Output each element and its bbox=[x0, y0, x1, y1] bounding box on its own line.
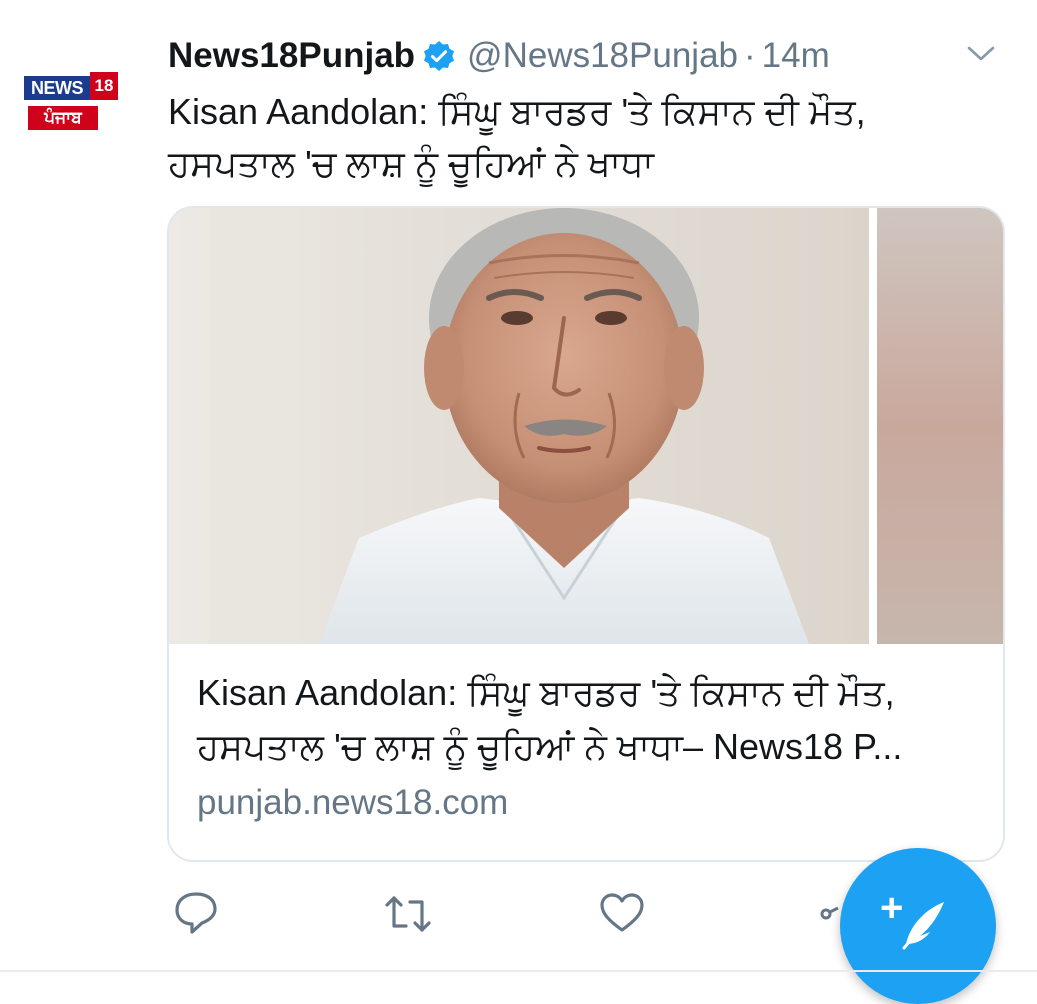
avatar[interactable]: NEWS 18 ਪੰਜਾਬ bbox=[24, 72, 122, 142]
reply-icon[interactable] bbox=[172, 888, 220, 940]
separator-dot: · bbox=[744, 36, 756, 75]
card-body[interactable]: Kisan Aandolan: ਸਿੰਘੂ ਬਾਰਡਰ 'ਤੇ ਕਿਸਾਨ ਦੀ… bbox=[197, 666, 987, 826]
link-card[interactable]: Kisan Aandolan: ਸਿੰਘੂ ਬਾਰਡਰ 'ਤੇ ਕਿਸਾਨ ਦੀ… bbox=[167, 206, 1005, 862]
verified-badge-icon bbox=[423, 40, 455, 72]
card-title[interactable]: Kisan Aandolan: ਸਿੰਘੂ ਬਾਰਡਰ 'ਤੇ ਕਿਸਾਨ ਦੀ… bbox=[197, 666, 987, 774]
chevron-down-icon[interactable] bbox=[964, 40, 998, 68]
handle[interactable]: @News18Punjab bbox=[467, 36, 738, 76]
display-name[interactable]: News18Punjab bbox=[168, 36, 415, 76]
news18-logo-punjab: ਪੰਜਾਬ bbox=[28, 106, 98, 130]
timestamp[interactable]: 14m bbox=[762, 36, 830, 76]
compose-tweet-icon bbox=[902, 902, 944, 950]
like-icon[interactable] bbox=[598, 888, 646, 940]
news18-logo-text: NEWS bbox=[24, 76, 90, 100]
tweet[interactable]: NEWS 18 ਪੰਜਾਬ News18Punjab @News18Punjab… bbox=[0, 0, 1037, 1004]
retweet-icon[interactable] bbox=[384, 888, 432, 940]
tweet-text: Kisan Aandolan: ਸਿੰਘੂ ਬਾਰਡਰ 'ਤੇ ਕਿਸਾਨ ਦੀ… bbox=[168, 91, 866, 184]
tweet-actions bbox=[168, 888, 868, 948]
card-image[interactable] bbox=[169, 208, 1003, 644]
news18-logo-number: 18 bbox=[90, 72, 118, 100]
compose-tweet-button[interactable]: + bbox=[840, 848, 996, 1004]
tweet-header: News18Punjab @News18Punjab · 14m bbox=[168, 30, 830, 82]
card-domain[interactable]: punjab.news18.com bbox=[197, 780, 987, 826]
divider bbox=[0, 970, 1037, 972]
